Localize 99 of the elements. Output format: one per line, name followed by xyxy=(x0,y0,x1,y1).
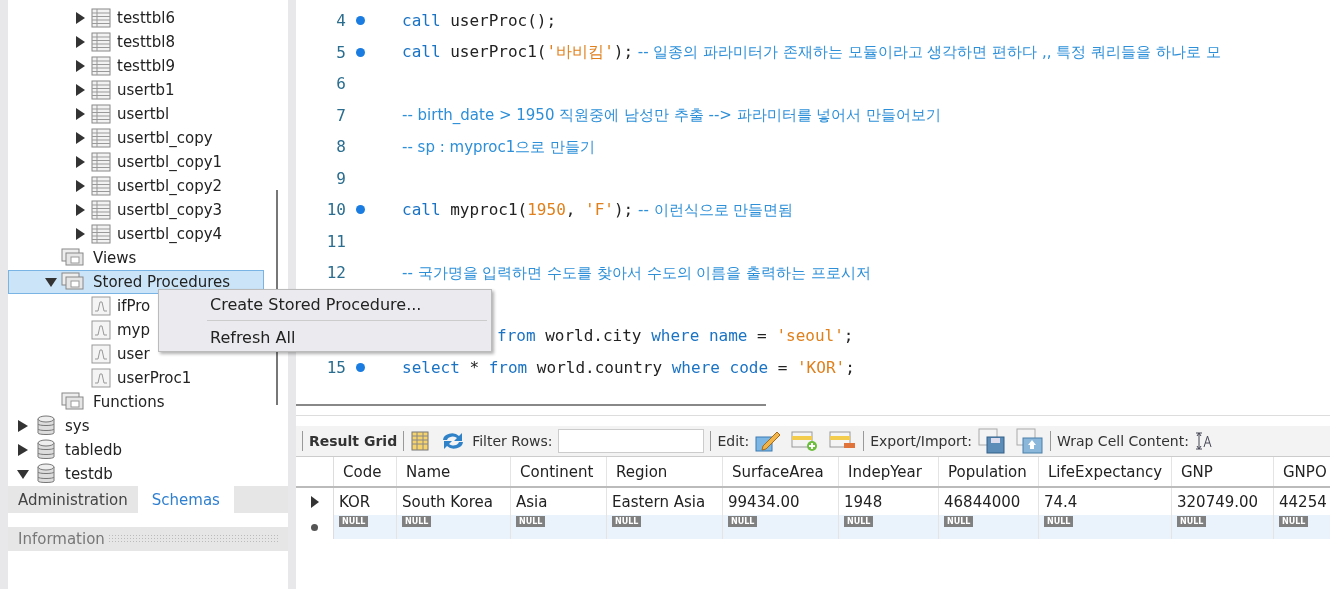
tree-item[interactable]: ifPro xyxy=(117,297,151,315)
wrap-cell-label: Wrap Cell Content: xyxy=(1056,433,1189,449)
column-header[interactable]: IndepYear xyxy=(839,457,939,486)
null-badge: NULL xyxy=(844,516,874,527)
filter-input[interactable] xyxy=(558,429,705,453)
menu-item[interactable]: Refresh All xyxy=(159,325,491,349)
edit-label: Edit: xyxy=(717,433,750,449)
table-icon xyxy=(91,104,111,124)
expand-arrow-icon[interactable] xyxy=(17,468,29,480)
tree-item[interactable]: usertbl_copy1 xyxy=(117,153,223,171)
scrollbar-thumb[interactable] xyxy=(296,404,766,406)
null-badge: NULL xyxy=(402,516,432,527)
tree-item[interactable]: user xyxy=(117,345,150,363)
code-line: -- sp : myproc1으로 만들기 xyxy=(402,136,596,157)
line-number: 11 xyxy=(325,231,346,251)
tree-item[interactable]: usertbl xyxy=(117,105,170,123)
selected-tree-row[interactable]: Stored Procedures xyxy=(8,270,264,294)
filter-label: Filter Rows: xyxy=(472,433,553,449)
table-icon xyxy=(91,176,111,196)
tree-item[interactable]: userProc1 xyxy=(117,369,192,387)
menu-item[interactable]: Create Stored Procedure... xyxy=(159,292,491,316)
tree-item[interactable]: usertbl_copy2 xyxy=(117,177,223,195)
code-line: from world.city where name = 'seoul'; xyxy=(496,326,854,346)
database-icon xyxy=(37,415,55,437)
table-icon xyxy=(91,32,111,52)
tree-item[interactable]: testtbl9 xyxy=(117,57,175,75)
code-line: -- 국가명을 입력하면 수도를 찾아서 수도의 이름을 출력하는 프로시저 xyxy=(402,262,871,283)
tree-item[interactable]: myp xyxy=(117,321,150,339)
table-icon xyxy=(91,80,111,100)
column-header[interactable]: GNPO xyxy=(1274,457,1330,486)
table-icon xyxy=(91,56,111,76)
column-header[interactable]: GNP xyxy=(1172,457,1274,486)
database-icon xyxy=(37,463,55,485)
export-import-label: Export/Import: xyxy=(870,433,972,449)
null-badge: NULL xyxy=(1044,516,1074,527)
column-header[interactable]: Region xyxy=(607,457,723,486)
info-title: Information xyxy=(18,530,105,548)
line-number: 6 xyxy=(335,74,346,94)
edit-pencil-icon[interactable] xyxy=(755,430,782,452)
new-row-icon xyxy=(311,523,318,531)
import-icon[interactable] xyxy=(1015,428,1044,454)
null-badge: NULL xyxy=(339,516,369,527)
wrap-text-icon[interactable] xyxy=(1194,432,1213,450)
column-header[interactable]: LifeExpectancy xyxy=(1039,457,1172,486)
code-line: call userProc(); xyxy=(402,11,557,31)
code-line: -- birth_date > 1950 직원중에 남성만 추출 --> 파라미터를 넣어서 만들어보기 xyxy=(402,105,942,126)
folder-stack-icon xyxy=(61,272,87,292)
table-icon xyxy=(91,200,111,220)
table-icon xyxy=(91,128,111,148)
tree-item[interactable]: usertbl_copy3 xyxy=(117,201,223,219)
expand-arrow-icon[interactable] xyxy=(45,276,57,288)
null-badge: NULL xyxy=(1177,516,1207,527)
folder-stack-icon xyxy=(61,248,87,268)
tree-item[interactable]: testdb xyxy=(65,465,113,483)
column-header[interactable]: Code xyxy=(334,457,397,486)
procedure-icon xyxy=(91,344,111,364)
table-icon xyxy=(91,224,111,244)
database-icon xyxy=(37,439,55,461)
line-number: 4 xyxy=(335,11,346,31)
tree-item[interactable]: Functions xyxy=(93,393,165,411)
procedure-icon xyxy=(91,320,111,340)
code-line: call myproc1(1950, 'F'); -- 이런식으로 만들면됨 xyxy=(402,199,794,220)
column-header[interactable]: Population xyxy=(939,457,1039,486)
line-number: 10 xyxy=(325,200,346,220)
tree-item[interactable]: usertbl_copy xyxy=(117,129,213,147)
table-icon xyxy=(91,152,111,172)
line-number: 12 xyxy=(325,263,346,283)
code-line: call userProc1('바비킴'); -- 일종의 파라미터가 존재하는 모듈이라고 생각하면 편하다 ,, 특정 쿼리들을 하나로 모 xyxy=(402,41,1221,63)
line-number: 9 xyxy=(335,168,346,188)
null-badge: NULL xyxy=(944,516,974,527)
line-number: 15 xyxy=(325,357,346,377)
line-number: 7 xyxy=(335,105,346,125)
folder-stack-icon xyxy=(61,392,87,412)
tree-item[interactable]: testtbl8 xyxy=(117,33,175,51)
tree-item[interactable]: testtbl6 xyxy=(117,9,175,27)
tree-item[interactable]: usertb1 xyxy=(117,81,175,99)
tree-item[interactable]: sys xyxy=(65,417,90,435)
column-header[interactable]: Continent xyxy=(511,457,607,486)
line-number: 8 xyxy=(335,137,346,157)
null-badge: NULL xyxy=(516,516,546,527)
save-icon[interactable] xyxy=(977,428,1006,454)
null-badge: NULL xyxy=(612,516,642,527)
null-badge: NULL xyxy=(728,516,758,527)
procedure-icon xyxy=(91,296,111,316)
procedure-icon xyxy=(91,368,111,388)
columns-icon[interactable] xyxy=(410,431,431,451)
expand-arrow-icon[interactable] xyxy=(17,444,29,456)
null-badge: NULL xyxy=(1279,516,1309,527)
expand-arrow-icon[interactable] xyxy=(17,420,29,432)
line-number: 5 xyxy=(335,42,346,62)
table-icon xyxy=(91,8,111,28)
column-header[interactable]: SurfaceArea xyxy=(723,457,839,486)
tree-item[interactable]: usertbl_copy4 xyxy=(117,225,223,243)
panel-tab[interactable]: Schemas xyxy=(137,486,234,513)
column-header[interactable]: Name xyxy=(397,457,511,486)
tree-item[interactable]: tabledb xyxy=(65,441,123,459)
tree-item[interactable]: Views xyxy=(93,249,137,267)
code-line: select * from world.country where code = 'KOR'; xyxy=(402,357,855,377)
result-grid-label: Result Grid xyxy=(309,433,398,449)
